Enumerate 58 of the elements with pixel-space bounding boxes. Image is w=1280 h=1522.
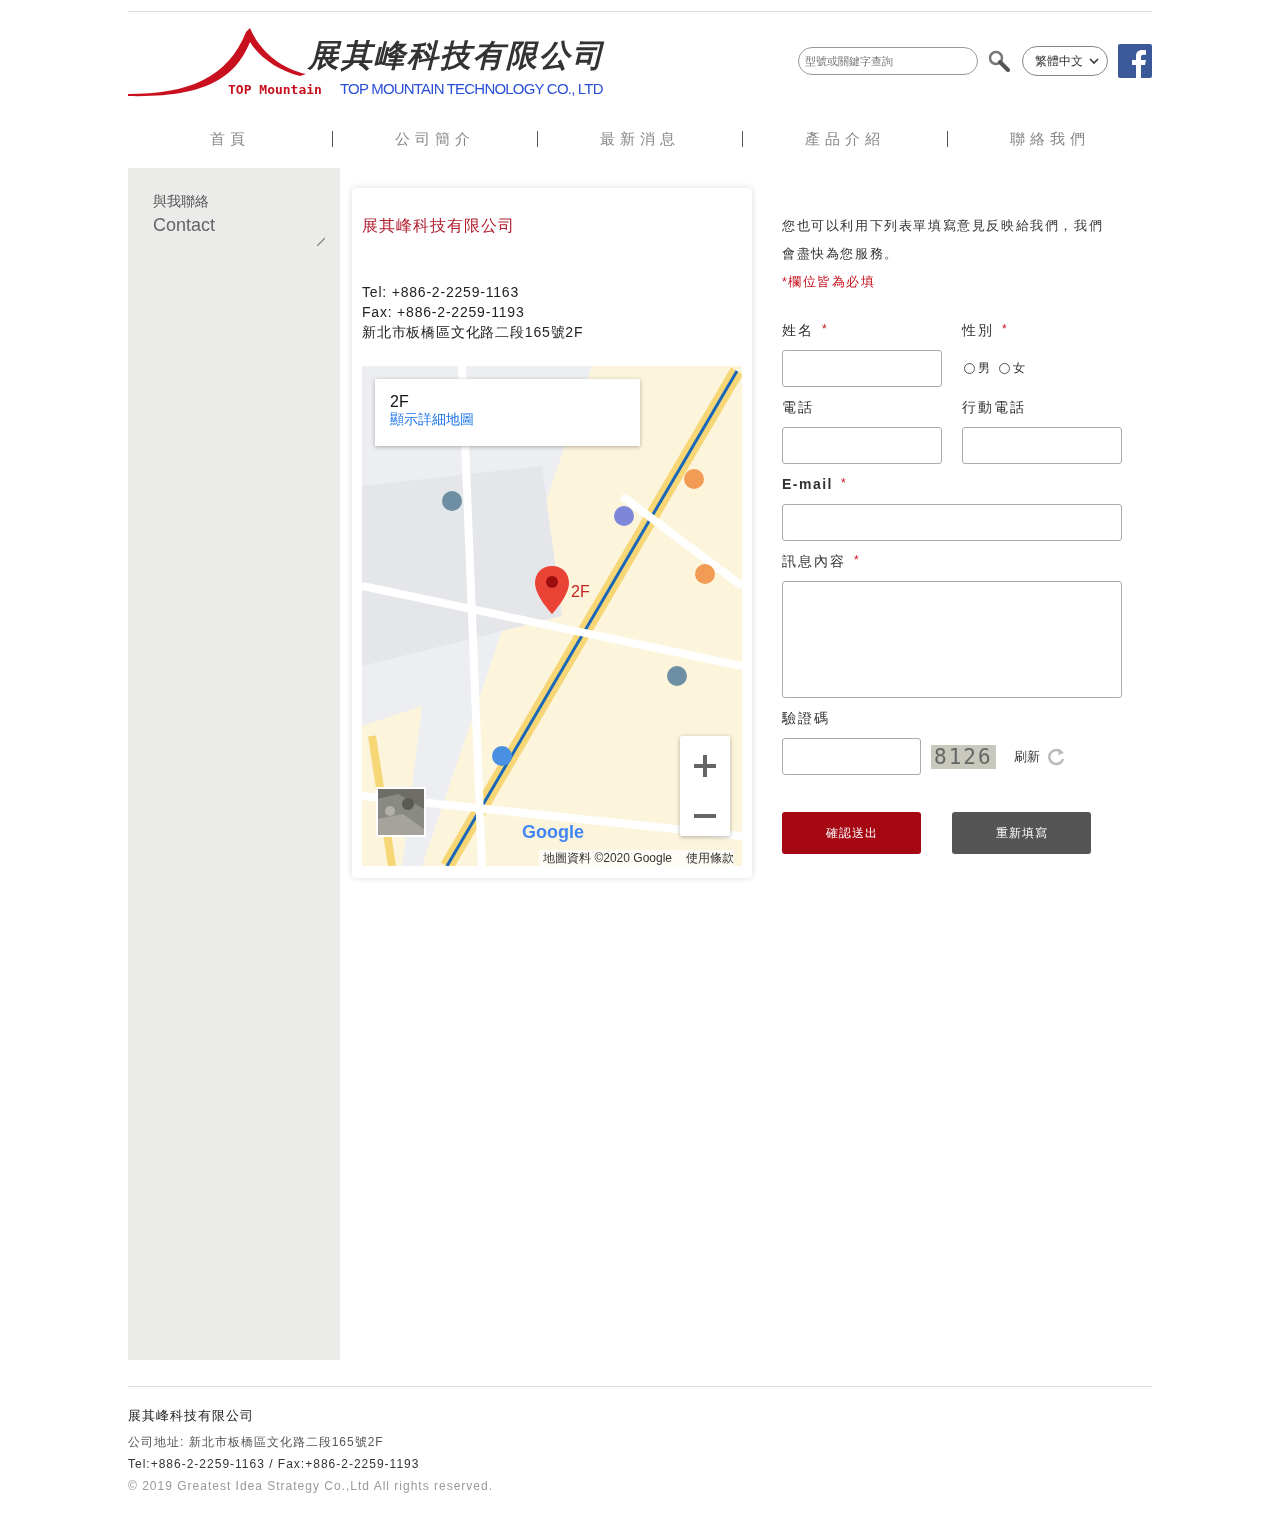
map-attribution: 地圖資料 ©2020 Google: [543, 850, 672, 866]
required-note: *欄位皆為必填: [782, 274, 876, 291]
footer-address: 公司地址: 新北市板橋區文化路二段165號2F: [128, 1434, 384, 1451]
sidebar-title: 與我聯絡: [153, 193, 209, 211]
company-english-name: TOP MOUNTAIN TECHNOLOGY CO., LTD: [339, 80, 603, 97]
chevron-icon: [1089, 58, 1099, 64]
input-field[interactable]: [962, 427, 1122, 464]
field-label: 性別: [962, 322, 994, 340]
company-title: 展其峰科技有限公司: [362, 216, 515, 236]
nav-link[interactable]: 首頁: [128, 129, 332, 149]
map-pin-icon: [535, 566, 569, 614]
contact-line: Fax: +886-2-2259-1193: [362, 303, 525, 322]
field-label: 驗證碼: [782, 710, 830, 728]
footer-company: 展其峰科技有限公司: [128, 1407, 254, 1425]
nav-link[interactable]: 最新消息: [538, 129, 742, 149]
field-label: 行動電話: [962, 399, 1026, 417]
logo-tagline: TOP Mountain: [228, 82, 322, 97]
required-mark: *: [854, 553, 861, 569]
field-label: 訊息內容: [782, 553, 846, 571]
input-field[interactable]: [782, 427, 942, 464]
refresh-link[interactable]: 刷新: [1013, 747, 1040, 766]
required-mark: *: [822, 322, 829, 338]
zoom-in-icon[interactable]: [694, 754, 716, 777]
field-label: E-mail: [782, 476, 833, 494]
required-mark: *: [1002, 322, 1009, 338]
search-field[interactable]: 型號或關鍵字查詢: [798, 47, 978, 75]
reset-button[interactable]: 重新填寫: [952, 812, 1091, 854]
contact-line: Tel: +886-2-2259-1163: [362, 283, 520, 302]
sidebar-subtitle: Contact: [153, 215, 216, 236]
map-logo: Google: [522, 822, 584, 843]
field-label: 姓名: [782, 322, 814, 340]
input-field[interactable]: [782, 738, 921, 775]
form-intro: 您也可以利用下列表單填寫意見反映給我們，我們會盡快為您服務。: [782, 218, 1105, 263]
nav-link[interactable]: 聯絡我們: [948, 129, 1152, 149]
zoom-out-icon[interactable]: [694, 813, 716, 818]
nav-link[interactable]: 公司簡介: [333, 129, 537, 149]
input-field[interactable]: [782, 504, 1122, 541]
copyright: © 2019 Greatest Idea Strategy Co.,Ltd All rights reserved.: [128, 1478, 493, 1495]
contact-line: 新北市板橋區文化路二段165號2F: [362, 323, 584, 342]
field-label: 電話: [782, 399, 814, 417]
radio-label: 女: [1013, 360, 1025, 377]
company-name: 展其峰科技有限公司: [308, 38, 605, 74]
facebook-icon[interactable]: [1118, 44, 1152, 78]
required-mark: *: [841, 476, 848, 492]
refresh-icon[interactable]: [1045, 746, 1066, 767]
nav-link[interactable]: 產品介紹: [743, 129, 947, 149]
info-title: 2F: [390, 393, 409, 411]
search-icon[interactable]: [988, 50, 1010, 72]
message-field[interactable]: [782, 581, 1122, 698]
captcha-image: 8126: [931, 744, 996, 769]
terms-link[interactable]: 使用條款: [686, 850, 734, 866]
slash-icon: [317, 238, 325, 246]
submit-button[interactable]: 確認送出: [782, 812, 921, 854]
marker-label: 2F: [571, 583, 590, 601]
input-field[interactable]: [782, 350, 942, 387]
footer-phone: Tel:+886-2-2259-1163 / Fax:+886-2-2259-1193: [128, 1456, 420, 1473]
map-link[interactable]: 顯示詳細地圖: [390, 411, 474, 429]
radio-label: 男: [978, 360, 990, 377]
